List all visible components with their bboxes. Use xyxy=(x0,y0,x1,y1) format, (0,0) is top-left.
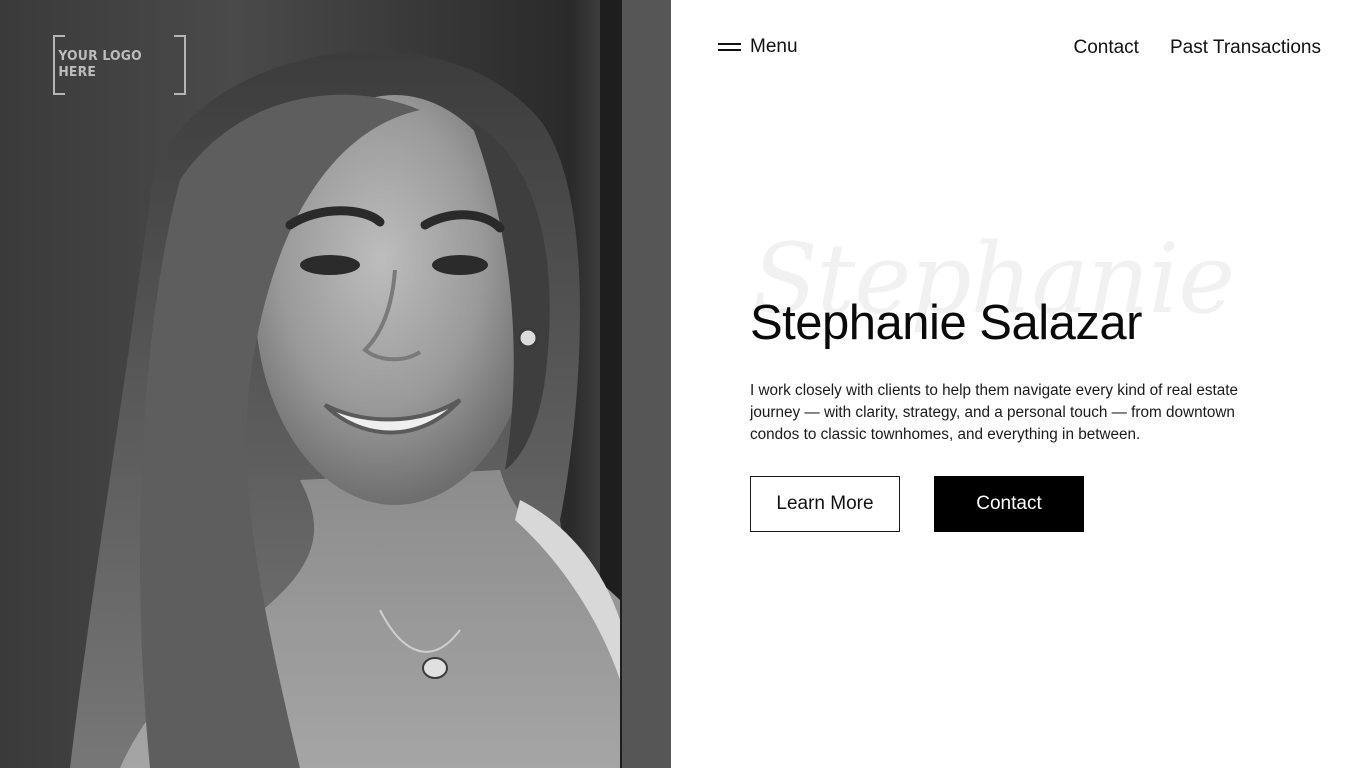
top-navigation: Contact Past Transactions xyxy=(1073,37,1321,59)
nav-link-contact[interactable]: Contact xyxy=(1073,37,1138,59)
agent-portrait-panel: YOUR LOGO HERE xyxy=(0,0,671,768)
agent-portrait-photo xyxy=(0,0,671,768)
nav-link-past-transactions[interactable]: Past Transactions xyxy=(1170,37,1321,59)
agent-description: I work closely with clients to help them… xyxy=(750,382,1239,444)
hero-buttons: Learn More Contact xyxy=(750,476,1310,533)
landing-page: YOUR LOGO HERE Menu Contact Past Transac… xyxy=(0,0,1366,768)
agent-name-heading: Stephanie Salazar xyxy=(750,296,1142,350)
hamburger-menu-icon xyxy=(718,42,741,52)
logo-bracket-right xyxy=(174,35,186,95)
logo[interactable]: YOUR LOGO HERE xyxy=(53,35,186,95)
menu-button[interactable]: Menu xyxy=(718,36,798,58)
menu-label: Menu xyxy=(750,36,798,57)
hero-section: Stephanie Stephanie Salazar I work close… xyxy=(750,223,1310,533)
contact-button[interactable]: Contact xyxy=(934,476,1084,533)
learn-more-button[interactable]: Learn More xyxy=(750,476,900,533)
logo-text: YOUR LOGO HERE xyxy=(58,48,142,80)
